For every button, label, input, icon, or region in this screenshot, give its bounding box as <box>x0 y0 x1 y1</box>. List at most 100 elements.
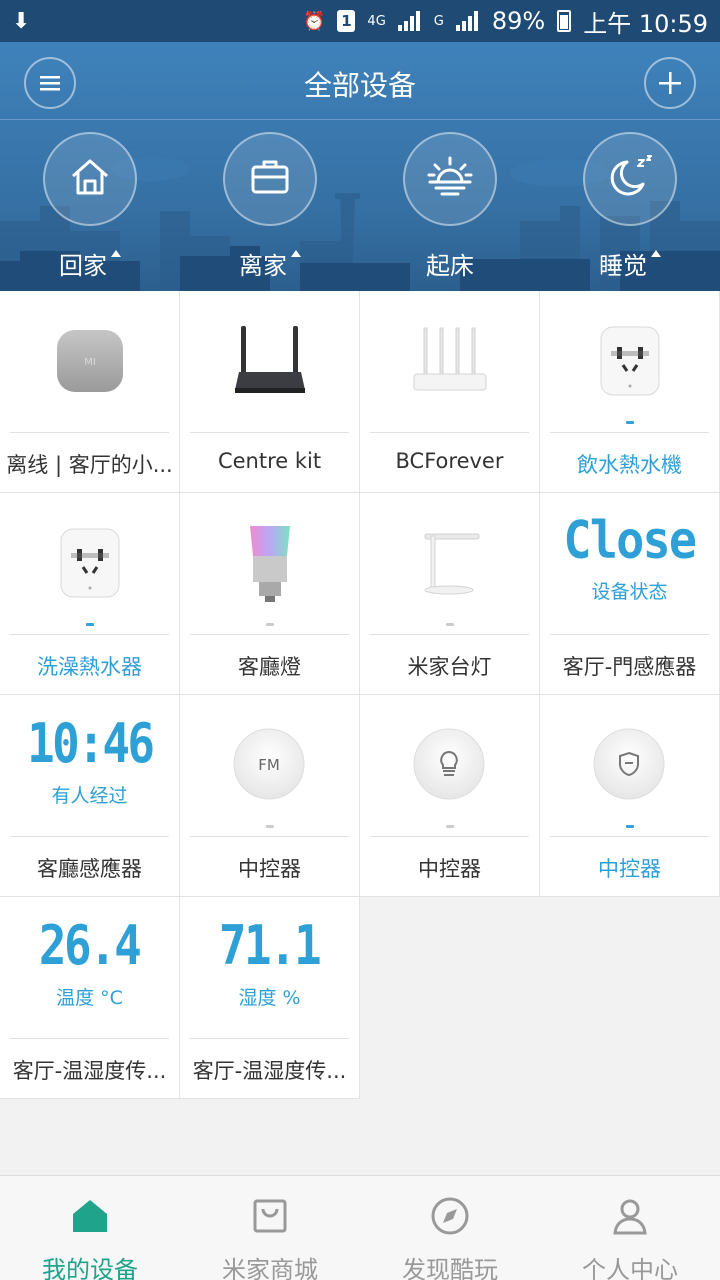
nav-label: 米家商城 <box>222 1256 318 1280</box>
device-visual: 71.1 湿度 % <box>180 919 359 1029</box>
add-device-button[interactable] <box>644 57 696 109</box>
svg-text:MI: MI <box>84 357 96 368</box>
scene-briefcase[interactable]: 离家 <box>180 132 360 281</box>
device-value: Close <box>563 511 698 571</box>
gateway-security-device-image <box>593 728 664 800</box>
device-tile[interactable]: BCForever <box>360 291 540 493</box>
nav-item-person[interactable]: 个人中心 <box>540 1176 720 1280</box>
device-tile[interactable]: 71.1 湿度 % 客厅-温湿度传... <box>180 897 360 1099</box>
signal-icon <box>397 11 422 31</box>
device-name: 客厅-門感應器 <box>562 655 697 679</box>
device-tile[interactable]: MI 离线 | 客厅的小... <box>0 291 180 493</box>
divider <box>190 836 349 837</box>
network-g-label: G <box>433 13 444 29</box>
nav-item-home-filled[interactable]: 我的设备 <box>0 1176 180 1280</box>
scene-list: 回家 离家 起床 睡觉 <box>0 132 720 281</box>
download-icon: ⬇ <box>12 8 31 34</box>
shopping-bag-icon <box>250 1196 290 1240</box>
divider <box>190 432 349 433</box>
device-name: 客厅-温湿度传... <box>12 1059 167 1083</box>
alarm-icon: ⏰ <box>303 10 326 32</box>
scene-label[interactable]: 回家 <box>59 246 121 281</box>
device-name: 客廳感應器 <box>37 857 142 881</box>
device-name: 客廳燈 <box>238 655 301 679</box>
device-visual: 26.4 温度 °C <box>0 919 179 1029</box>
plus-icon <box>659 72 681 94</box>
smart-plug-device-image <box>60 528 119 598</box>
gateway-light-device-image <box>413 728 484 800</box>
scene-home[interactable]: 回家 <box>0 132 180 281</box>
scene-button[interactable] <box>223 132 317 226</box>
device-value-caption: 温度 °C <box>56 987 123 1009</box>
scene-button[interactable] <box>403 132 497 226</box>
device-name: 客厅-温湿度传... <box>192 1059 347 1083</box>
device-value: 71.1 <box>219 914 322 977</box>
device-visual <box>540 695 719 835</box>
device-name: Centre kit <box>217 449 322 473</box>
device-visual: FM <box>180 695 359 835</box>
page-title: 全部设备 <box>303 69 416 102</box>
briefcase-icon <box>247 154 293 204</box>
device-tile[interactable]: 中控器 <box>540 695 720 897</box>
status-indicator <box>445 623 454 626</box>
smart-plug-device-image <box>600 326 659 396</box>
device-value: 10:46 <box>26 712 155 775</box>
nav-item-compass[interactable]: 发现酷玩 <box>360 1176 540 1280</box>
scene-sunrise[interactable]: 起床 <box>360 132 540 281</box>
nav-label: 我的设备 <box>42 1256 138 1280</box>
nav-item-shopping-bag[interactable]: 米家商城 <box>180 1176 360 1280</box>
device-name: 米家台灯 <box>407 655 492 679</box>
device-name: 中控器 <box>238 857 301 881</box>
divider <box>370 634 529 635</box>
device-name: BCForever <box>395 449 504 473</box>
device-tile[interactable]: 飲水熱水機 <box>540 291 720 493</box>
moon-sleep-icon <box>605 154 655 204</box>
dropdown-triangle-icon[interactable] <box>111 250 121 257</box>
scene-header: 全部设备 回家 离家 起床 睡觉 <box>0 42 720 291</box>
device-tile[interactable]: Close 设备状态 客厅-門感應器 <box>540 493 720 695</box>
status-indicator <box>265 623 274 626</box>
device-tile[interactable]: Centre kit <box>180 291 360 493</box>
scene-label[interactable]: 离家 <box>239 246 301 281</box>
divider <box>550 432 709 433</box>
device-tile[interactable]: 10:46 有人经过 客廳感應器 <box>0 695 180 897</box>
dropdown-triangle-icon[interactable] <box>651 250 661 257</box>
clock: 上午 10:59 <box>583 9 708 38</box>
status-indicator <box>625 421 634 424</box>
device-visual: 10:46 有人经过 <box>0 717 179 827</box>
scene-button[interactable] <box>43 132 137 226</box>
home-filled-icon <box>70 1196 110 1240</box>
status-bar: ⬇ ⏰ 1 4G G 89% 上午 10:59 <box>0 0 720 42</box>
divider <box>10 432 169 433</box>
device-tile[interactable]: FM 中控器 <box>180 695 360 897</box>
device-name: 洗澡熱水器 <box>37 655 142 679</box>
device-tile[interactable]: 中控器 <box>360 695 540 897</box>
device-name: 中控器 <box>598 857 661 881</box>
device-value-caption: 有人经过 <box>51 785 128 807</box>
device-value-caption: 湿度 % <box>238 987 301 1009</box>
device-visual: Close 设备状态 <box>540 515 719 625</box>
home-icon <box>67 154 113 204</box>
battery-percent: 89% <box>491 7 546 35</box>
device-visual <box>360 695 539 835</box>
dropdown-triangle-icon[interactable] <box>291 250 301 257</box>
device-tile[interactable]: 26.4 温度 °C 客厅-温湿度传... <box>0 897 180 1099</box>
signal-roaming-icon <box>455 11 480 31</box>
scene-label[interactable]: 睡觉 <box>599 246 661 281</box>
desk-lamp-device-image <box>424 533 479 595</box>
device-tile[interactable]: 客廳燈 <box>180 493 360 695</box>
scene-button[interactable] <box>583 132 677 226</box>
device-tile[interactable]: 米家台灯 <box>360 493 540 695</box>
color-bulb-device-image <box>249 526 290 602</box>
router-device-image <box>413 327 486 391</box>
device-tile[interactable]: 洗澡熱水器 <box>0 493 180 695</box>
divider <box>370 432 529 433</box>
scene-label[interactable]: 起床 <box>426 246 474 281</box>
device-visual <box>180 291 359 431</box>
device-name: 中控器 <box>418 857 481 881</box>
divider <box>550 836 709 837</box>
status-indicator <box>445 825 454 828</box>
compass-icon <box>430 1196 470 1240</box>
divider <box>10 836 169 837</box>
scene-moon-sleep[interactable]: 睡觉 <box>540 132 720 281</box>
